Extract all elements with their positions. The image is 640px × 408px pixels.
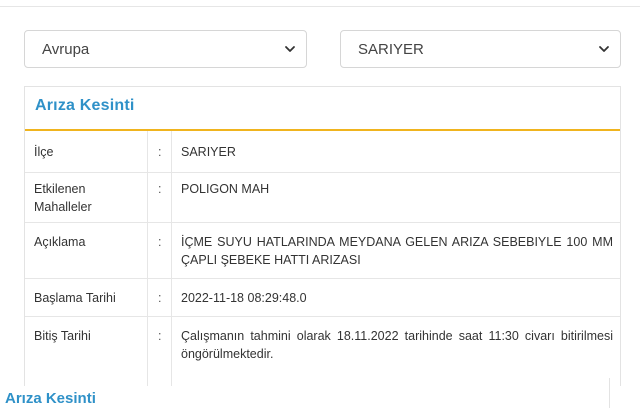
row-label: Başlama Tarihi (34, 291, 116, 305)
row-separator: : (158, 329, 162, 343)
row-value: SARIYER (181, 145, 236, 159)
row-separator: : (158, 145, 162, 159)
chevron-down-icon (285, 46, 295, 52)
row-separator: : (158, 235, 162, 249)
row-label: Bitiş Tarihi (34, 329, 91, 343)
district-select-value: SARIYER (358, 41, 424, 58)
region-select-value: Avrupa (42, 41, 90, 58)
row-value: İÇME SUYU HATLARINDA MEYDANA GELEN ARIZA… (181, 235, 613, 267)
row-separator: : (158, 182, 162, 196)
table-row-description: Açıklama : İÇME SUYU HATLARINDA MEYDANA … (25, 223, 620, 279)
chevron-down-icon (599, 46, 609, 52)
next-card-title: Arıza Kesinti (5, 390, 96, 407)
top-divider (0, 6, 640, 7)
next-card-edge (609, 378, 610, 408)
row-value: 2022-11-18 08:29:48.0 (181, 291, 307, 305)
table-row-district: İlçe : SARIYER (25, 131, 620, 173)
row-value: POLIGON MAH (181, 182, 270, 196)
row-value: Çalışmanın tahmini olarak 18.11.2022 tar… (181, 329, 613, 361)
row-label: Etkilenen Mahalleler (34, 182, 92, 214)
row-label: Açıklama (34, 235, 86, 249)
outage-card: Arıza Kesinti İlçe : SARIYER Etkilenen M… (24, 86, 621, 386)
district-select[interactable]: SARIYER (340, 30, 621, 68)
region-select[interactable]: Avrupa (24, 30, 307, 68)
card-title: Arıza Kesinti (35, 97, 135, 114)
row-separator: : (158, 291, 162, 305)
table-row-start-date: Başlama Tarihi : 2022-11-18 08:29:48.0 (25, 279, 620, 317)
table-row-end-date: Bitiş Tarihi : Çalışmanın tahmini olarak… (25, 317, 620, 377)
table-row-affected-neighborhoods: Etkilenen Mahalleler : POLIGON MAH (25, 173, 620, 223)
row-label: İlçe (34, 145, 54, 159)
